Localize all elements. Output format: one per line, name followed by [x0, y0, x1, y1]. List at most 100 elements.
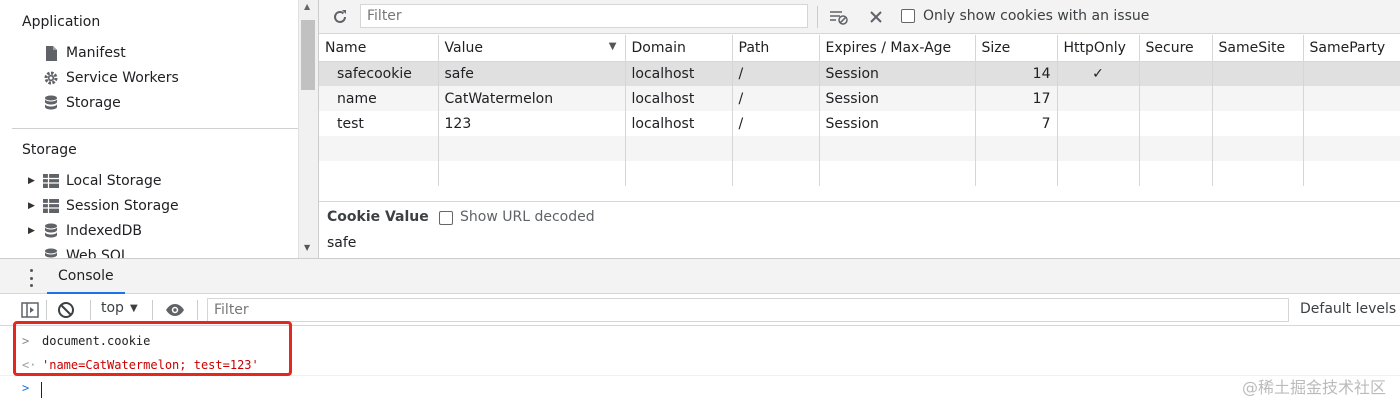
- cell-secure: [1139, 86, 1213, 111]
- sidebar-item-manifest[interactable]: Manifest: [42, 42, 126, 64]
- watermark: @稀土掘金技术社区: [1241, 378, 1386, 397]
- cell-name: safecookie: [319, 61, 439, 86]
- sidebar-item-label: Session Storage: [66, 198, 179, 214]
- cell-samesite: [1212, 86, 1304, 111]
- clear-filter-icon[interactable]: [827, 6, 851, 28]
- console-prompt[interactable]: >: [0, 381, 1400, 399]
- column-header-secure[interactable]: Secure: [1139, 35, 1213, 62]
- cell-size: 17: [975, 86, 1058, 111]
- expand-arrow-icon[interactable]: ▶: [28, 226, 38, 236]
- storage-section-title: Storage: [22, 142, 77, 158]
- column-header-name[interactable]: Name: [319, 35, 439, 62]
- column-header-sameparty[interactable]: SameParty: [1303, 35, 1400, 62]
- table-header-row: Name Value ▼ Domain Path Expires / Max-Ag…: [319, 35, 1400, 62]
- console-filter-input[interactable]: [207, 298, 1289, 322]
- scroll-up-icon[interactable]: ▲: [304, 2, 310, 11]
- cell-samesite: [1212, 111, 1304, 136]
- column-header-size[interactable]: Size: [975, 35, 1058, 62]
- live-expression-eye-icon[interactable]: [163, 300, 187, 320]
- scroll-down-icon[interactable]: ▼: [304, 243, 310, 252]
- column-header-value[interactable]: Value ▼: [438, 35, 626, 62]
- table-filler-row: [319, 161, 1400, 186]
- cell-sameparty: [1303, 86, 1400, 111]
- context-label: top: [101, 300, 124, 316]
- application-sidebar: Application Manifest Service Workers Sto…: [0, 0, 298, 258]
- refresh-icon[interactable]: [329, 6, 351, 28]
- cell-expires: Session: [819, 61, 976, 86]
- sidebar-item-label: Web SQL: [66, 248, 129, 258]
- toolbar-separator: [817, 6, 818, 28]
- column-header-samesite[interactable]: SameSite: [1212, 35, 1304, 62]
- cell-domain: localhost: [625, 111, 733, 136]
- toolbar-separator: [197, 300, 198, 320]
- more-options-icon[interactable]: [26, 269, 36, 287]
- show-url-decoded-checkbox[interactable]: [439, 211, 453, 225]
- cell-path: /: [732, 86, 820, 111]
- show-sidebar-icon[interactable]: [20, 301, 40, 319]
- sort-descending-icon: ▼: [608, 41, 617, 52]
- only-issues-label: Only show cookies with an issue: [923, 8, 1150, 24]
- cookies-table: Name Value ▼ Domain Path Expires / Max-Ag…: [319, 35, 1400, 186]
- sidebar-item-label: Manifest: [66, 45, 126, 61]
- column-header-httponly[interactable]: HttpOnly: [1057, 35, 1140, 62]
- cookies-filter-input[interactable]: [360, 4, 808, 28]
- sidebar-scrollbar[interactable]: ▲ ▼: [298, 0, 318, 258]
- prompt-chevron-icon: >: [22, 381, 30, 395]
- document-icon: [42, 44, 60, 62]
- cell-size: 7: [975, 111, 1058, 136]
- table-row[interactable]: safecookie safe localhost / Session 14 ✓: [319, 61, 1400, 86]
- clear-console-icon[interactable]: [56, 300, 76, 320]
- toolbar-separator: [152, 300, 153, 320]
- table-row[interactable]: test 123 localhost / Session 7: [319, 111, 1400, 136]
- cookie-value-title: Cookie Value: [327, 209, 429, 225]
- table-icon: [42, 172, 60, 190]
- sidebar-item-web-sql[interactable]: Web SQL: [28, 245, 129, 258]
- sidebar-item-local-storage[interactable]: ▶ Local Storage: [28, 170, 162, 192]
- column-header-expires[interactable]: Expires / Max-Age: [819, 35, 976, 62]
- sidebar-item-service-workers[interactable]: Service Workers: [42, 67, 179, 89]
- cookie-value-pane: Cookie Value Show URL decoded safe: [319, 201, 1400, 258]
- cell-expires: Session: [819, 86, 976, 111]
- table-row[interactable]: name CatWatermelon localhost / Session 1…: [319, 86, 1400, 111]
- database-icon: [42, 222, 60, 240]
- cell-secure: [1139, 61, 1213, 86]
- database-icon: [42, 247, 60, 258]
- cell-path: /: [732, 61, 820, 86]
- column-header-domain[interactable]: Domain: [625, 35, 733, 62]
- expand-arrow-icon[interactable]: ▶: [28, 176, 38, 186]
- cell-httponly: [1057, 111, 1140, 136]
- text-caret: [41, 382, 42, 398]
- cell-name: test: [319, 111, 439, 136]
- cell-domain: localhost: [625, 61, 733, 86]
- toolbar-separator: [46, 300, 47, 320]
- only-issues-checkbox[interactable]: [901, 9, 915, 23]
- drawer-tab-bar: Console: [0, 258, 1400, 294]
- show-url-decoded-label: Show URL decoded: [460, 209, 595, 225]
- expand-arrow-icon[interactable]: ▶: [28, 201, 38, 211]
- gear-icon: [42, 69, 60, 87]
- divider: [12, 128, 298, 129]
- sidebar-item-label: Local Storage: [66, 173, 162, 189]
- column-header-path[interactable]: Path: [732, 35, 820, 62]
- context-selector[interactable]: top ▼: [101, 300, 138, 316]
- cell-size: 14: [975, 61, 1058, 86]
- sidebar-item-session-storage[interactable]: ▶ Session Storage: [28, 195, 179, 217]
- log-levels-dropdown[interactable]: Default levels▼: [1300, 301, 1400, 317]
- scrollbar-thumb[interactable]: [301, 20, 315, 90]
- sidebar-item-indexeddb[interactable]: ▶ IndexedDB: [28, 220, 142, 242]
- devtools-window: Application Manifest Service Workers Sto…: [0, 0, 1400, 409]
- cell-httponly: ✓: [1057, 61, 1140, 86]
- cell-sameparty: [1303, 61, 1400, 86]
- sidebar-item-label: Storage: [66, 95, 121, 111]
- dropdown-arrow-icon: ▼: [129, 302, 138, 314]
- cell-value: 123: [438, 111, 626, 136]
- cell-domain: localhost: [625, 86, 733, 111]
- close-icon[interactable]: [865, 6, 887, 28]
- table-empty-row: [319, 136, 1400, 161]
- sidebar-item-storage[interactable]: Storage: [42, 92, 121, 114]
- sidebar-item-label: Service Workers: [66, 70, 179, 86]
- tab-console[interactable]: Console: [47, 259, 125, 294]
- cell-path: /: [732, 111, 820, 136]
- annotation-highlight-box: [13, 321, 292, 376]
- cell-samesite: [1212, 61, 1304, 86]
